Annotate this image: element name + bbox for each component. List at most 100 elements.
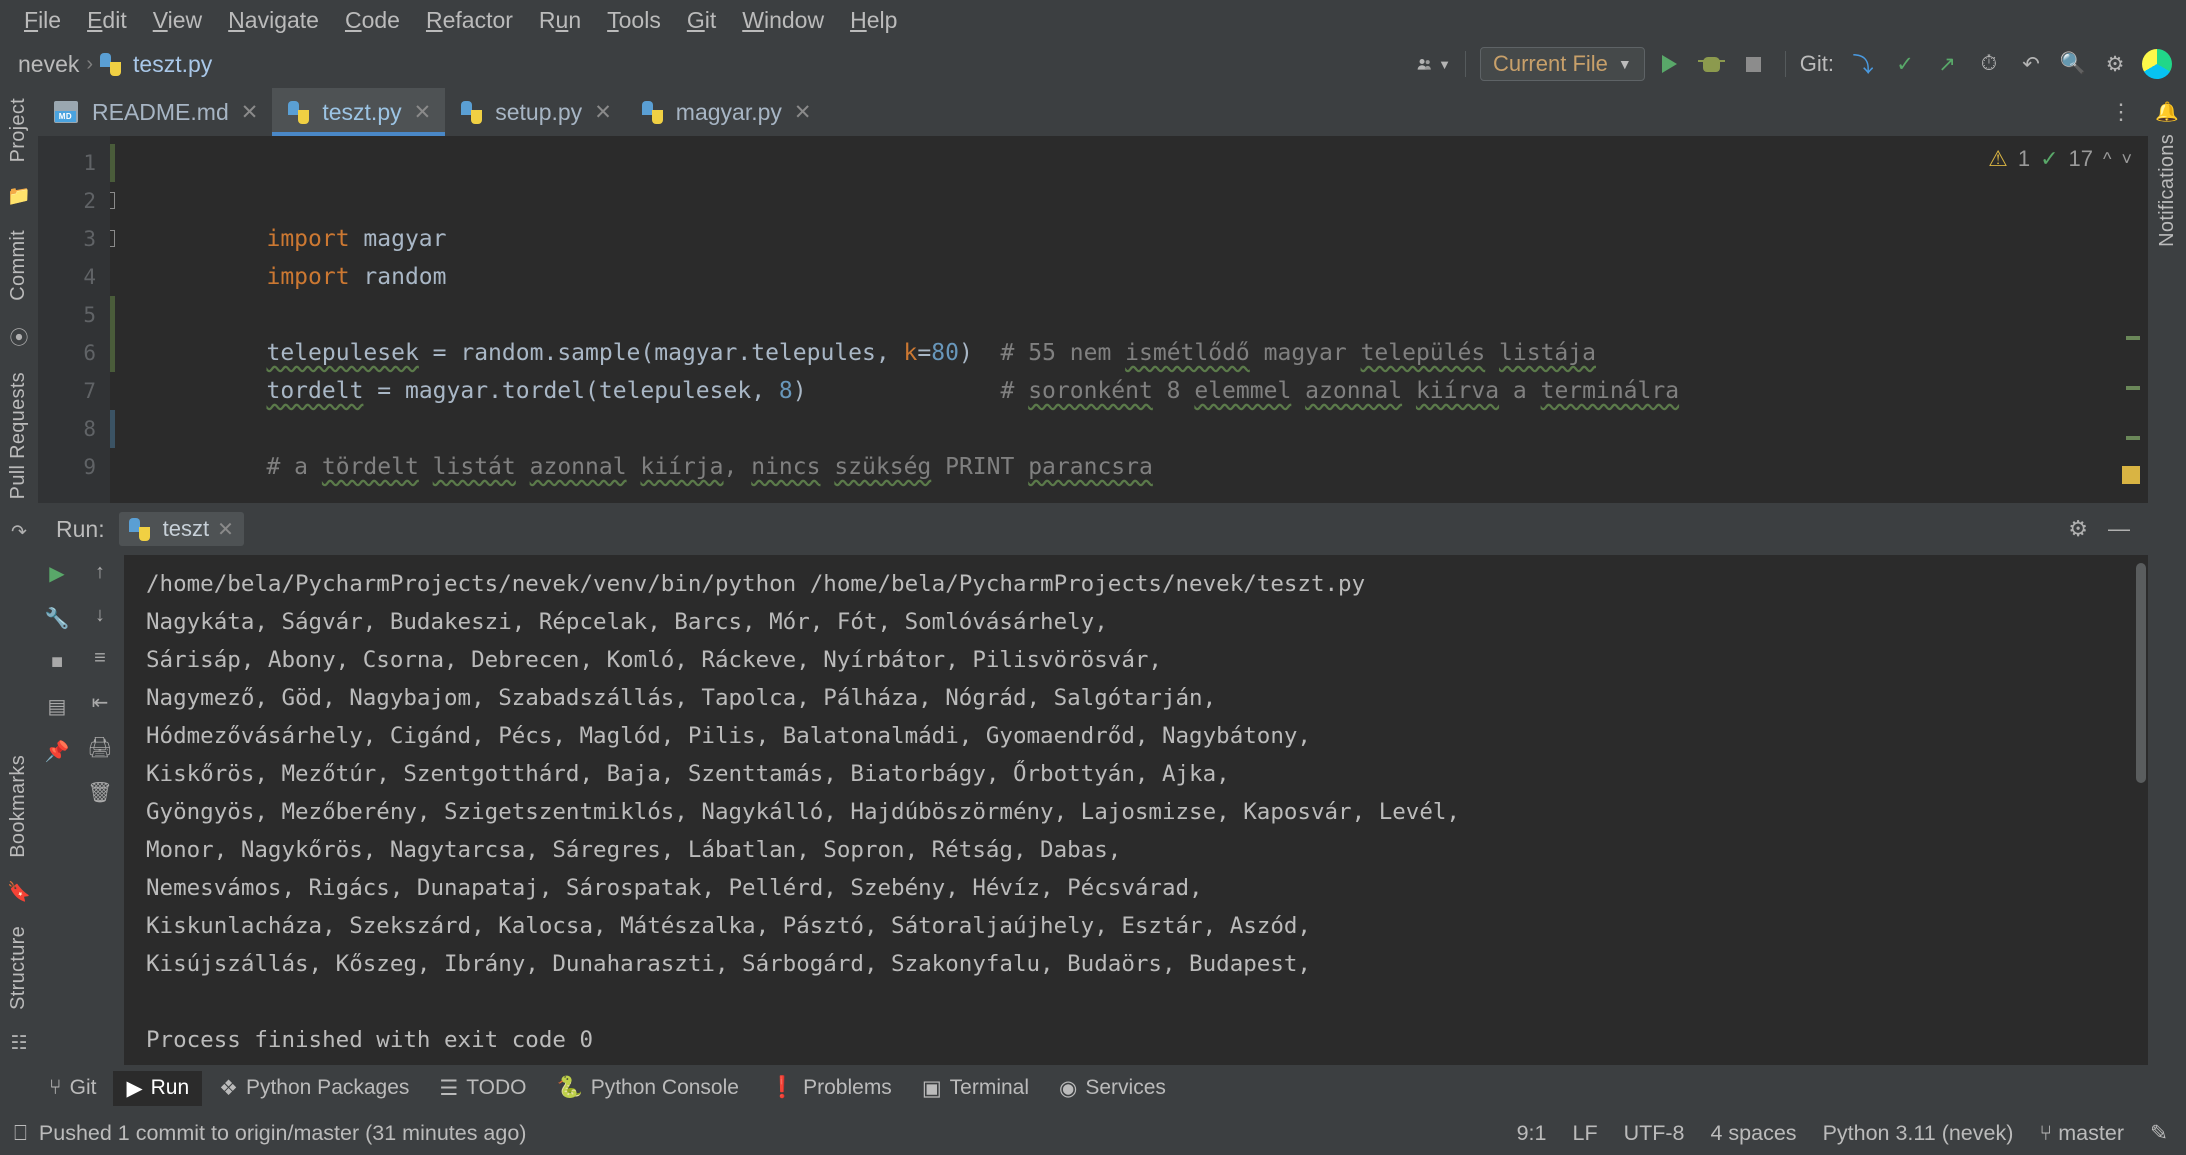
clear-all-button[interactable]: 🗑 [87, 780, 112, 805]
code-fold-icon[interactable]: − [110, 230, 115, 247]
indent-setting[interactable]: 4 spaces [1711, 1121, 1797, 1146]
tool-window-python-console[interactable]: 🐍 Python Console [544, 1071, 752, 1105]
close-icon[interactable]: ✕ [794, 100, 812, 125]
history-button[interactable]: ⏱ [1972, 47, 2006, 81]
menu-item-file[interactable]: File [12, 5, 73, 36]
inspection-widget[interactable]: ⚠ 1 ✓ 17 ^ ˅ [1988, 146, 2132, 172]
code-editor[interactable]: 1 2 3 4 5 6 7 8 9 −import magyar −import… [38, 136, 2148, 503]
console-scrollbar[interactable] [2136, 563, 2146, 783]
sidebar-item-pull-requests[interactable]: Pull Requests [7, 372, 30, 499]
marker-stripe-hint[interactable] [2126, 436, 2140, 440]
close-icon[interactable]: ✕ [594, 100, 612, 125]
tool-window-python-packages[interactable]: ❖ Python Packages [206, 1071, 422, 1106]
tool-window-services[interactable]: ◉ Services [1046, 1071, 1179, 1106]
threads-button[interactable]: ▤ [48, 694, 67, 719]
marker-stripe-warning[interactable] [2122, 466, 2140, 484]
notifications-icon[interactable]: 🔔 [2155, 100, 2179, 124]
user-account-icon[interactable]: ▼ [1417, 47, 1451, 81]
tool-window-run[interactable]: ▶ Run [113, 1071, 202, 1106]
menu-item-edit[interactable]: Edit [75, 5, 139, 36]
tab-options-button[interactable]: ⋮ [2094, 88, 2148, 136]
chevron-down-icon[interactable]: ˅ [2121, 149, 2132, 170]
rerun-button[interactable]: ▶ [49, 561, 64, 586]
code-line: tordelt = magyar.tordel(telepulesek, 8) … [110, 334, 1788, 372]
file-encoding[interactable]: UTF-8 [1624, 1121, 1685, 1146]
bookmarks-icon[interactable]: 🔖 [7, 880, 31, 904]
update-project-button[interactable]: ⤵ [1846, 47, 1880, 81]
menu-item-navigate[interactable]: Navigate [216, 5, 331, 36]
code-content[interactable]: −import magyar −import random telepulese… [110, 136, 1788, 503]
status-message[interactable]: Pushed 1 commit to origin/master (31 min… [39, 1121, 527, 1146]
run-button[interactable] [1653, 47, 1687, 81]
chevron-up-icon[interactable]: ^ [2103, 149, 2111, 170]
breadcrumb-file[interactable]: teszt.py [133, 51, 212, 78]
tool-window-todo[interactable]: ☰ TODO [426, 1071, 539, 1106]
soft-wrap-button[interactable]: ≡ [94, 647, 106, 670]
run-configuration-selector[interactable]: Current File ▼ [1480, 47, 1645, 81]
tool-window-problems[interactable]: ❗ Problems [756, 1071, 905, 1105]
stop-button[interactable] [1737, 47, 1771, 81]
rollback-button[interactable]: ↶ [2014, 47, 2048, 81]
line-number: 8 [38, 410, 110, 448]
tab-setup-py[interactable]: setup.py ✕ [445, 88, 626, 136]
run-tab-teszt[interactable]: teszt ✕ [119, 512, 244, 546]
menu-item-view[interactable]: View [141, 5, 214, 36]
project-icon[interactable]: 📁 [7, 184, 31, 208]
marker-stripe-hint[interactable] [2126, 336, 2140, 340]
inspection-widget-icon[interactable]: ✎ [2150, 1121, 2168, 1146]
menu-item-git[interactable]: Git [675, 5, 728, 36]
sidebar-item-commit[interactable]: Commit [7, 230, 30, 301]
menu-item-code[interactable]: Code [333, 5, 412, 36]
menu-item-tools[interactable]: Tools [595, 5, 673, 36]
tool-window-terminal[interactable]: ▣ Terminal [909, 1071, 1042, 1106]
up-the-stack-trace-button[interactable]: ↑ [95, 561, 105, 584]
breadcrumb-project[interactable]: nevek [18, 51, 79, 78]
commit-button[interactable]: ✓ [1888, 47, 1922, 81]
menu-item-run[interactable]: Run [527, 5, 593, 36]
down-the-stack-trace-button[interactable]: ↓ [95, 604, 105, 627]
settings-button[interactable]: ⚙ [2098, 47, 2132, 81]
modify-options-button[interactable]: 🔧 [45, 606, 70, 631]
code-fold-icon[interactable]: − [110, 192, 115, 209]
sidebar-item-bookmarks[interactable]: Bookmarks [7, 755, 30, 858]
pin-tab-button[interactable]: 📌 [45, 739, 70, 764]
debug-button[interactable] [1695, 47, 1729, 81]
tab-readme-md[interactable]: MD README.md ✕ [38, 88, 272, 136]
git-branch-widget[interactable]: ⑂ master [2039, 1121, 2124, 1146]
gear-icon[interactable]: ⚙ [2068, 516, 2088, 542]
stop-button[interactable]: ■ [51, 651, 63, 674]
search-button[interactable]: 🔍 [2056, 47, 2090, 81]
sidebar-item-project[interactable]: Project [7, 98, 30, 162]
ide-logo-button[interactable] [2140, 47, 2174, 81]
pull-requests-icon[interactable]: ↷ [11, 521, 27, 544]
print-button[interactable]: 🖨 [87, 735, 112, 760]
close-icon[interactable]: ✕ [241, 100, 259, 125]
minimize-icon[interactable]: — [2108, 516, 2130, 542]
code-line [110, 258, 1788, 296]
commit-icon[interactable]: ⦿ [9, 323, 28, 350]
scroll-to-end-button[interactable]: ⇤ [92, 690, 109, 715]
python-interpreter[interactable]: Python 3.11 (nevek) [1823, 1121, 2014, 1146]
tool-window-git[interactable]: ⑂ Git [36, 1071, 109, 1105]
close-icon[interactable]: ✕ [217, 517, 234, 542]
search-icon: 🔍 [2060, 52, 2086, 76]
terminal-icon: ▣ [922, 1076, 942, 1101]
sidebar-item-notifications[interactable]: Notifications [2156, 134, 2179, 247]
menu-item-refactor[interactable]: Refactor [414, 5, 525, 36]
editor-layout-icon[interactable]: ⎕ [14, 1121, 27, 1146]
run-console-output[interactable]: /home/bela/PycharmProjects/nevek/venv/bi… [124, 555, 2148, 1065]
console-line: Monor, Nagykőrös, Nagytarcsa, Sáregres, … [146, 831, 2148, 869]
close-icon[interactable]: ✕ [414, 100, 432, 125]
line-separator[interactable]: LF [1572, 1121, 1597, 1146]
menu-item-window[interactable]: Window [730, 5, 836, 36]
caret-position[interactable]: 9:1 [1517, 1121, 1547, 1146]
menu-item-help[interactable]: Help [838, 5, 909, 36]
line-number: 6 [38, 334, 110, 372]
sidebar-item-structure[interactable]: Structure [7, 926, 30, 1010]
structure-icon[interactable]: ☷ [10, 1032, 27, 1055]
tab-magyar-py[interactable]: magyar.py ✕ [626, 88, 826, 136]
tab-teszt-py[interactable]: teszt.py ✕ [272, 88, 445, 136]
python-file-icon [100, 53, 121, 76]
push-button[interactable]: ↗ [1930, 47, 1964, 81]
marker-stripe-hint[interactable] [2126, 386, 2140, 390]
